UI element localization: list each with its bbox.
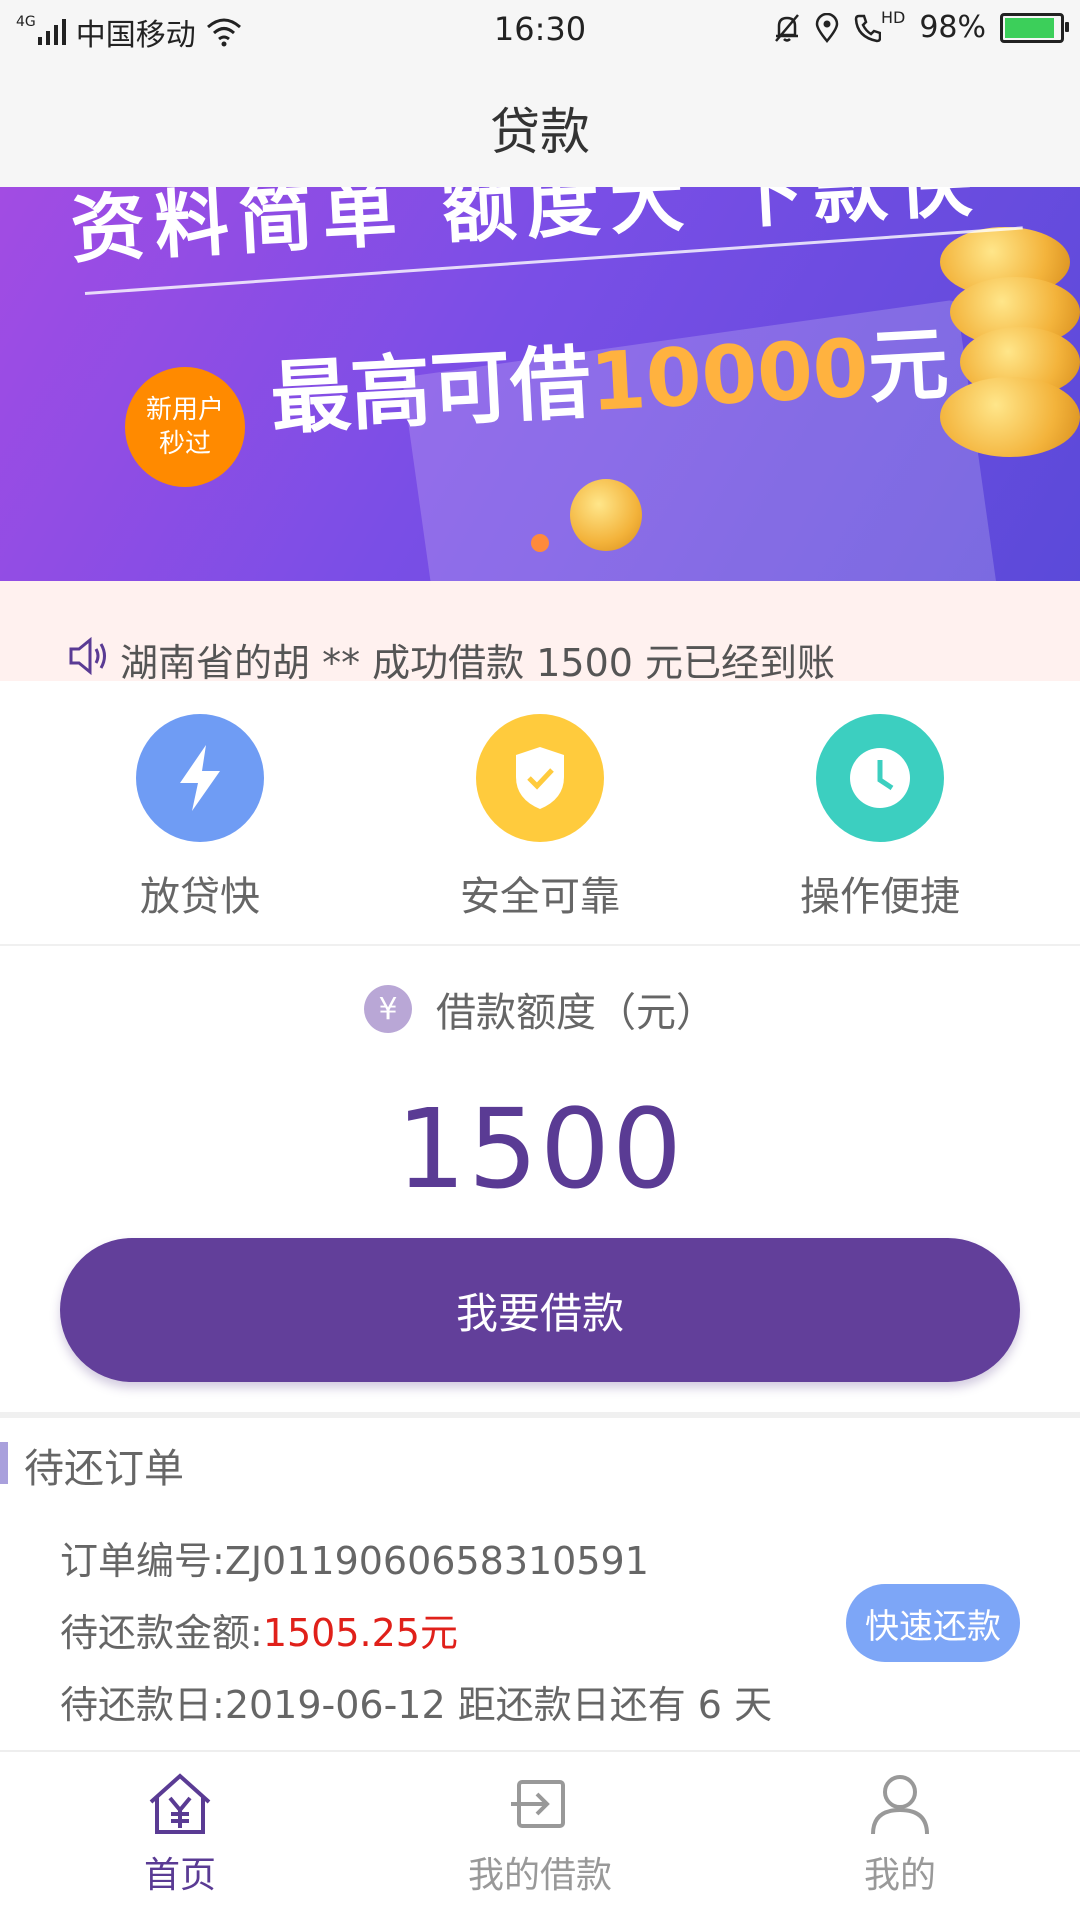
location-icon (815, 12, 839, 43)
tab-label: 首页 (143, 1855, 216, 1896)
tab-profile[interactable]: 我的 (750, 1772, 1050, 1898)
borrow-button[interactable]: 我要借款 (60, 1238, 1020, 1382)
shield-check-icon (516, 747, 564, 809)
feature-label: 放贷快 (140, 874, 260, 920)
hd-label: HD (880, 8, 906, 27)
order-due-text: 2019-06-12 距还款日还有 6 天 (224, 1683, 773, 1727)
feature-label: 操作便捷 (800, 874, 960, 920)
order-due-label: 待还款日: (60, 1683, 225, 1727)
page-title: 贷款 (490, 103, 590, 161)
tab-label: 我的 (863, 1855, 936, 1896)
bell-off-icon (774, 13, 799, 42)
feature-convenient: 操作便捷 (730, 714, 1030, 922)
coin-icon (570, 479, 642, 551)
lightning-icon (180, 745, 220, 811)
banner-main-amount: 10000 (587, 321, 871, 429)
navigation-bar: 贷款 (0, 64, 1080, 187)
user-icon (871, 1775, 929, 1835)
tab-my-loans[interactable]: 我的借款 (390, 1772, 690, 1898)
credit-amount: 1500 (396, 1085, 684, 1213)
feature-safe: 安全可靠 (390, 714, 690, 922)
order-amount-row: 待还款金额:1505.25元 (60, 1602, 458, 1657)
section-divider (0, 944, 1080, 946)
speaker-icon (69, 636, 106, 676)
battery-icon (1000, 12, 1069, 43)
yen-icon: ¥ (364, 985, 412, 1033)
order-number-row: 订单编号:ZJ0119060658310591 (60, 1530, 649, 1585)
battery-percent: 98% (919, 10, 986, 45)
phone-icon (854, 14, 881, 42)
order-due-row: 待还款日:2019-06-12 距还款日还有 6 天 (60, 1674, 772, 1729)
feature-label: 安全可靠 (460, 874, 620, 920)
feature-icon-circle (476, 714, 604, 842)
status-right: HD 98% (773, 8, 1069, 45)
home-yen-icon (149, 1773, 211, 1834)
credit-label: 借款额度（元） (436, 990, 716, 1036)
section-accent-bar (0, 1442, 8, 1484)
credit-header: ¥ 借款额度（元） (0, 980, 1080, 1038)
pending-orders-title: 待还订单 (24, 1446, 184, 1492)
coin-stack-icon (940, 377, 1080, 457)
carousel-indicator[interactable] (531, 534, 549, 552)
promo-banner[interactable]: 资料简单 额度大 下款快 新用户 秒过 最高可借10000元 (0, 187, 1080, 581)
banner-main-prefix: 最高可借 (268, 336, 593, 446)
new-user-badge: 新用户 秒过 (125, 367, 245, 487)
loan-icon (511, 1780, 565, 1828)
badge-line-2: 秒过 (158, 429, 211, 459)
tab-label: 我的借款 (467, 1855, 612, 1896)
order-amount-label: 待还款金额: (60, 1611, 263, 1655)
order-number: ZJ0119060658310591 (224, 1539, 649, 1583)
feature-fast-loan: 放贷快 (50, 714, 350, 922)
feature-icon-circle (816, 714, 944, 842)
quick-repay-button[interactable]: 快速还款 (846, 1584, 1020, 1662)
section-divider (0, 1412, 1080, 1418)
clock-icon (850, 748, 910, 808)
banner-main-suffix: 元 (865, 317, 951, 415)
order-number-label: 订单编号: (60, 1539, 225, 1583)
feature-icon-circle (136, 714, 264, 842)
badge-line-1: 新用户 (145, 395, 224, 425)
order-amount: 1505.25元 (262, 1611, 458, 1655)
notice-text: 湖南省的胡 ** 成功借款 1500 元已经到账 (120, 641, 836, 685)
tab-home[interactable]: 首页 (30, 1772, 330, 1898)
